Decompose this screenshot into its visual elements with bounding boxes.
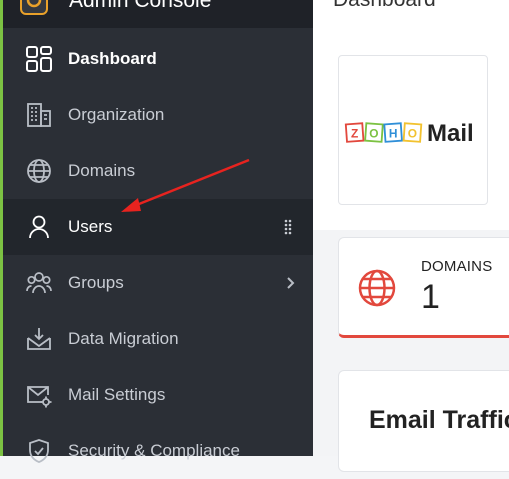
sidebar-header: Admin Console [3, 0, 313, 28]
sidebar-item-label: Domains [68, 161, 136, 180]
logo-letter-z: Z [351, 127, 358, 141]
product-name: Mail [427, 120, 474, 147]
sidebar-item-data-migration[interactable]: Data Migration [3, 311, 313, 367]
sidebar-item-label: Data Migration [68, 329, 179, 348]
page-title: Dashboard [333, 0, 436, 12]
sidebar-item-label: Dashboard [68, 49, 157, 68]
user-icon [25, 213, 53, 241]
sidebar-item-groups[interactable]: Groups [3, 255, 313, 311]
data-migration-icon [25, 325, 53, 353]
sidebar-item-label: Users [68, 217, 113, 236]
sidebar-item-users[interactable]: Users [3, 199, 313, 255]
logo-letter-h: H [389, 127, 398, 141]
chevron-right-icon[interactable] [284, 274, 296, 292]
shield-icon [25, 437, 53, 465]
globe-icon [358, 269, 396, 307]
email-traffic-card: Email Traffic [338, 370, 509, 472]
sidebar-item-label: Security & Compliance [68, 441, 240, 460]
building-icon [25, 101, 53, 129]
sidebar: Admin Console Dashboard Organization Dom… [3, 0, 313, 463]
logo-letter-o: O [408, 127, 417, 141]
sidebar-item-security-compliance[interactable]: Security & Compliance [3, 423, 313, 479]
sidebar-item-label: Organization [68, 105, 165, 124]
domains-label: DOMAINS [421, 258, 493, 275]
domains-count: 1 [421, 278, 440, 316]
sidebar-item-label: Mail Settings [68, 385, 166, 404]
sidebar-item-label: Groups [68, 273, 124, 292]
product-logo-card: Z O H O Mail [338, 55, 488, 205]
sidebar-item-mail-settings[interactable]: Mail Settings [3, 367, 313, 423]
globe-icon [25, 157, 53, 185]
sidebar-item-organization[interactable]: Organization [3, 87, 313, 143]
admin-console-logo-icon [20, 0, 48, 15]
sidebar-item-dashboard[interactable]: Dashboard [3, 31, 313, 87]
logo-letter-o: O [369, 127, 378, 141]
zoho-logo-icon: Z O H O [344, 122, 423, 143]
group-icon [25, 269, 53, 297]
email-traffic-title: Email Traffic [369, 406, 509, 434]
main-content: Dashboard Z O H O Mail DOMAINS 1 Email T… [313, 0, 509, 472]
dashboard-icon [25, 45, 53, 73]
drag-handle-icon[interactable] [284, 219, 292, 235]
sidebar-item-domains[interactable]: Domains [3, 143, 313, 199]
domains-card[interactable]: DOMAINS 1 [338, 237, 509, 338]
mail-settings-icon [25, 381, 53, 409]
app-title: Admin Console [69, 0, 212, 12]
